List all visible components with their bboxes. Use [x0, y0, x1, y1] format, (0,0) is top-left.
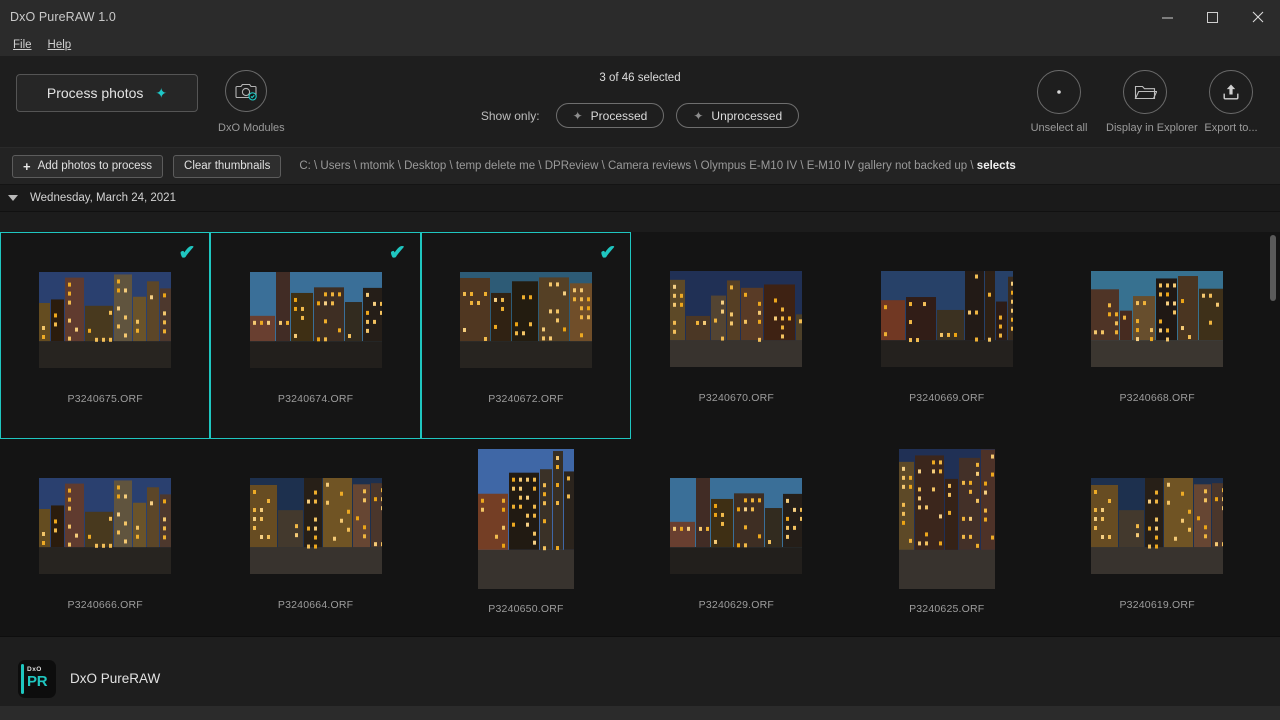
thumbnail-filename: P3240666.ORF	[67, 599, 143, 611]
minimize-icon	[1162, 17, 1173, 18]
unselect-all-label: Unselect all	[1030, 122, 1088, 134]
thumbnail-image	[842, 254, 1052, 384]
filter-unprocessed-button[interactable]: ✦ Unprocessed	[676, 103, 800, 128]
menu-item-help-label: Help	[47, 39, 72, 51]
maximize-button[interactable]	[1190, 0, 1235, 34]
filter-processed-label: Processed	[590, 108, 648, 123]
show-only-label: Show only:	[480, 108, 540, 123]
thumbnail-image	[422, 255, 630, 385]
thumbnail-row: P3240666.ORF P3240664.ORF P3240650.ORF P324…	[0, 439, 1280, 636]
add-photos-button[interactable]: + Add photos to process	[12, 154, 164, 178]
thumbnail-filename: P3240669.ORF	[909, 392, 985, 404]
app-logo-icon: DxO PR	[18, 659, 56, 698]
thumbnail-cell[interactable]: P3240668.ORF	[1052, 232, 1262, 439]
display-in-explorer-label: Display in Explorer	[1106, 122, 1198, 134]
selected-check-icon: ✔	[178, 242, 196, 264]
selected-check-icon: ✔	[599, 242, 617, 264]
thumbnail-image	[210, 461, 420, 591]
thumbnail-filename: P3240675.ORF	[67, 393, 143, 405]
thumbnail-cell[interactable]: P3240666.ORF	[0, 439, 210, 636]
sub-toolbar: + Add photos to process Clear thumbnails…	[0, 148, 1280, 185]
thumbnail-filename: P3240672.ORF	[488, 393, 564, 405]
thumbnail-cell[interactable]: P3240619.ORF	[1052, 439, 1262, 636]
thumbnail-cell[interactable]: P3240664.ORF	[210, 439, 420, 636]
breadcrumb-path: C: \ Users \ mtomk \ Desktop \ temp dele…	[299, 160, 977, 172]
upload-icon	[1209, 70, 1253, 114]
breadcrumb-current: selects	[976, 160, 1016, 172]
unselect-all-button[interactable]: Unselect all	[1020, 70, 1098, 134]
thumbnail-image	[0, 461, 210, 591]
toolbar-actions: Unselect all Display in Explorer Export …	[1020, 70, 1270, 134]
thumbnail-cell[interactable]: P3240670.ORF	[631, 232, 841, 439]
close-icon	[1252, 11, 1263, 23]
thumbnail-image	[211, 255, 419, 385]
window-controls	[1145, 0, 1280, 34]
thumbnail-row: ✔ P3240675.ORF ✔ P3240674.ORF ✔ P3240672.ORF P…	[0, 232, 1280, 439]
grid-scrollbar-thumb[interactable]	[1270, 235, 1276, 301]
thumbnail-grid: ✔ P3240675.ORF ✔ P3240674.ORF ✔ P3240672.ORF P…	[0, 232, 1280, 636]
filter-unprocessed-label: Unprocessed	[711, 108, 783, 123]
menu-item-file-label: File	[13, 39, 32, 51]
date-group-header[interactable]: Wednesday, March 24, 2021	[0, 185, 1280, 212]
thumbnail-image	[421, 449, 631, 593]
thumbnail-image	[842, 449, 1052, 593]
thumbnail-image	[1, 255, 209, 385]
thumbnail-image	[1052, 254, 1262, 384]
menu-item-help[interactable]: Help	[40, 37, 80, 53]
thumbnail-image	[631, 461, 841, 591]
plus-icon: +	[23, 158, 31, 174]
maximize-icon	[1207, 11, 1218, 23]
minimize-button[interactable]	[1145, 0, 1190, 34]
add-photos-label: Add photos to process	[37, 160, 153, 172]
sparkle-icon: ✦	[693, 108, 704, 123]
thumbnail-cell[interactable]: ✔ P3240672.ORF	[420, 232, 632, 439]
thumbnail-filename: P3240664.ORF	[277, 599, 354, 611]
thumbnail-cell[interactable]: P3240625.ORF	[842, 439, 1052, 636]
title-bar: DxO PureRAW 1.0	[0, 0, 1280, 34]
export-to-label: Export to...	[1204, 122, 1258, 134]
thumbnail-filename: P3240650.ORF	[488, 603, 564, 615]
thumbnail-cell[interactable]: P3240629.ORF	[631, 439, 841, 636]
thumbnail-cell[interactable]: P3240669.ORF	[842, 232, 1052, 439]
breadcrumb[interactable]: C: \ Users \ mtomk \ Desktop \ temp dele…	[299, 160, 1015, 172]
date-group-label: Wednesday, March 24, 2021	[30, 192, 176, 204]
thumbnail-filename: P3240625.ORF	[909, 603, 985, 615]
menu-bar: File Help	[0, 34, 1280, 56]
filter-processed-button[interactable]: ✦ Processed	[555, 103, 665, 128]
thumbnail-filename: P3240670.ORF	[698, 392, 775, 404]
display-in-explorer-button[interactable]: Display in Explorer	[1106, 70, 1198, 134]
thumbnail-filename: P3240629.ORF	[698, 599, 775, 611]
dot-circle-icon	[1037, 70, 1081, 114]
grid-scrollbar[interactable]	[1266, 232, 1280, 636]
thumbnail-filename: P3240674.ORF	[277, 393, 354, 405]
window-title: DxO PureRAW 1.0	[10, 10, 116, 24]
clear-thumbnails-button[interactable]: Clear thumbnails	[173, 154, 282, 178]
selected-check-icon: ✔	[389, 242, 406, 264]
thumbnail-cell[interactable]: ✔ P3240675.ORF	[0, 232, 211, 439]
close-button[interactable]	[1235, 0, 1280, 34]
clear-thumbnails-label: Clear thumbnails	[184, 160, 271, 172]
app-logo-bottom-text: PR	[27, 672, 48, 690]
main-toolbar: Process photos ✦ DxO Modules 3 of 46 sel…	[0, 56, 1280, 148]
footer-app-name: DxO PureRAW	[70, 671, 161, 686]
thumbnail-filename: P3240668.ORF	[1119, 392, 1195, 404]
thumbnail-filename: P3240619.ORF	[1119, 599, 1195, 611]
sparkle-icon: ✦	[572, 108, 583, 123]
thumbnail-image	[631, 254, 841, 384]
export-to-button[interactable]: Export to...	[1192, 70, 1270, 134]
menu-item-file[interactable]: File	[5, 37, 40, 53]
thumbnail-image	[1052, 461, 1262, 591]
thumbnail-cell[interactable]: P3240650.ORF	[421, 439, 631, 636]
triangle-down-icon[interactable]	[8, 195, 18, 201]
folder-icon	[1123, 70, 1167, 114]
window-bottom-strip	[0, 706, 1280, 720]
thumbnail-cell[interactable]: ✔ P3240674.ORF	[210, 232, 421, 439]
